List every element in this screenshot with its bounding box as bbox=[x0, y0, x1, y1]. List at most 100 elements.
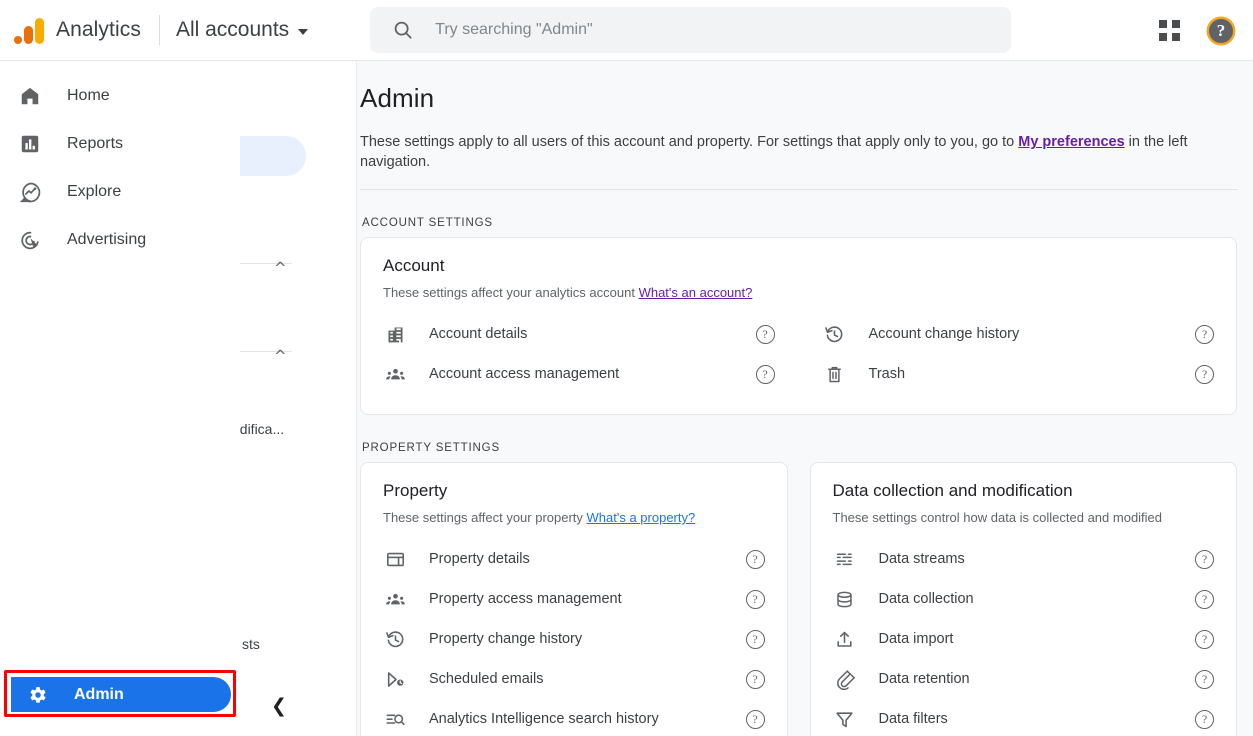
history-clock-icon bbox=[823, 322, 847, 346]
apps-grid-icon bbox=[1158, 20, 1180, 41]
row-property-change-history[interactable]: Property change history ? bbox=[383, 619, 765, 659]
help-icon[interactable]: ? bbox=[745, 629, 765, 649]
help-icon[interactable]: ? bbox=[1195, 589, 1214, 609]
sidebar-item-admin-label: Admin bbox=[74, 685, 124, 703]
brand-title: Analytics bbox=[56, 18, 141, 41]
row-property-access-management[interactable]: Property access management ? bbox=[383, 579, 765, 619]
analytics-admin-page: Analytics All accounts Try searching "Ad… bbox=[0, 0, 1253, 736]
search-icon bbox=[394, 21, 412, 39]
sidebar-item-explore[interactable]: Explore bbox=[0, 177, 240, 207]
property-card: Property These settings affect your prop… bbox=[360, 462, 788, 736]
help-icon[interactable]: ? bbox=[745, 669, 765, 689]
data-collection-card-title: Data collection and modification bbox=[832, 481, 1073, 500]
row-account-access-management[interactable]: Account access management ? bbox=[383, 354, 775, 394]
sidebar-item-home-label: Home bbox=[67, 87, 110, 104]
account-card-title: Account bbox=[383, 256, 445, 275]
help-icon[interactable]: ? bbox=[1195, 629, 1214, 649]
bar-chart-icon bbox=[18, 132, 42, 156]
data-collection-card-rows: Data streams ? Data collection ? Data im… bbox=[833, 539, 1214, 736]
help-icon[interactable]: ? bbox=[1195, 364, 1214, 384]
home-icon bbox=[18, 84, 42, 108]
row-scheduled-emails[interactable]: Scheduled emails ? bbox=[383, 659, 765, 699]
database-icon bbox=[833, 587, 857, 611]
row-analytics-intelligence-search-history-label: Analytics Intelligence search history bbox=[429, 711, 659, 727]
admin-highlight-box: Admin bbox=[4, 670, 236, 717]
row-data-import[interactable]: Data import ? bbox=[833, 619, 1214, 659]
chevron-down-icon bbox=[298, 29, 309, 35]
account-switcher[interactable]: All accounts bbox=[175, 18, 309, 42]
sidebar-item-home[interactable]: Home bbox=[0, 81, 240, 111]
page-subtitle: These settings apply to all users of thi… bbox=[360, 132, 1237, 172]
main-content: Admin These settings apply to all users … bbox=[356, 61, 1253, 736]
building-icon bbox=[383, 322, 407, 346]
property-card-title: Property bbox=[383, 481, 448, 500]
row-account-change-history[interactable]: Account change history ? bbox=[823, 314, 1214, 354]
property-card-subtitle: These settings affect your property What… bbox=[383, 510, 765, 525]
row-trash-label: Trash bbox=[868, 366, 906, 382]
upload-icon bbox=[833, 627, 857, 651]
row-data-import-label: Data import bbox=[878, 631, 954, 647]
property-settings-section-label: Property settings bbox=[362, 442, 500, 454]
explore-compass-icon bbox=[18, 180, 42, 204]
property-card-rows: Property details ? Property access manag… bbox=[383, 539, 765, 736]
sidebar-item-reports[interactable]: Reports bbox=[0, 129, 240, 159]
help-icon[interactable]: ? bbox=[755, 324, 775, 344]
help-icon[interactable]: ? bbox=[1195, 324, 1214, 344]
row-data-streams[interactable]: Data streams ? bbox=[833, 539, 1214, 579]
row-property-access-management-label: Property access management bbox=[429, 591, 622, 607]
apps-grid-button[interactable] bbox=[1149, 11, 1189, 51]
help-icon[interactable]: ? bbox=[1195, 669, 1214, 689]
help-button[interactable]: ? bbox=[1201, 11, 1241, 51]
chevron-up-icon[interactable]: ^ bbox=[274, 347, 287, 365]
row-data-filters[interactable]: Data filters ? bbox=[833, 699, 1214, 736]
row-analytics-intelligence-search-history[interactable]: Analytics Intelligence search history ? bbox=[383, 699, 765, 736]
page-title: Admin bbox=[360, 83, 435, 113]
row-data-collection[interactable]: Data collection ? bbox=[833, 579, 1214, 619]
row-account-details[interactable]: Account details ? bbox=[383, 314, 775, 354]
whats-a-property-link[interactable]: What's a property? bbox=[587, 510, 696, 525]
collapse-panel-button[interactable]: ❮ bbox=[262, 689, 296, 723]
gear-icon bbox=[25, 683, 49, 707]
data-collection-card: Data collection and modification These s… bbox=[809, 462, 1237, 736]
header-actions: ? bbox=[1149, 0, 1241, 61]
row-data-retention[interactable]: Data retention ? bbox=[833, 659, 1214, 699]
help-icon[interactable]: ? bbox=[755, 364, 775, 384]
account-settings-section-label: Account settings bbox=[362, 217, 493, 229]
account-card-subtitle-text: These settings affect your analytics acc… bbox=[383, 285, 639, 300]
top-header: Analytics All accounts Try searching "Ad… bbox=[0, 0, 1253, 61]
sidebar-item-advertising[interactable]: Advertising bbox=[0, 225, 240, 255]
row-trash[interactable]: Trash ? bbox=[823, 354, 1214, 394]
header-divider bbox=[158, 15, 160, 45]
trash-icon bbox=[823, 362, 847, 386]
help-icon[interactable]: ? bbox=[1195, 709, 1214, 729]
help-icon[interactable]: ? bbox=[745, 709, 765, 729]
chevron-up-icon[interactable]: ^ bbox=[274, 259, 287, 277]
search-placeholder: Try searching "Admin" bbox=[435, 21, 593, 38]
help-icon[interactable]: ? bbox=[1195, 549, 1214, 569]
people-group-icon bbox=[383, 362, 407, 386]
help-icon[interactable]: ? bbox=[745, 589, 765, 609]
property-card-subtitle-text: These settings affect your property bbox=[383, 510, 587, 525]
row-property-details-label: Property details bbox=[429, 551, 530, 567]
history-clock-icon bbox=[383, 627, 407, 651]
row-property-details[interactable]: Property details ? bbox=[383, 539, 765, 579]
search-input[interactable]: Try searching "Admin" bbox=[370, 7, 1012, 53]
row-scheduled-emails-label: Scheduled emails bbox=[429, 671, 544, 687]
row-data-retention-label: Data retention bbox=[878, 671, 970, 687]
sidebar-item-reports-label: Reports bbox=[67, 135, 124, 152]
people-group-icon bbox=[383, 587, 407, 611]
funnel-icon bbox=[833, 707, 857, 731]
data-collection-card-subtitle: These settings control how data is colle… bbox=[832, 510, 1163, 525]
row-account-details-label: Account details bbox=[429, 326, 528, 342]
analytics-logo-icon bbox=[14, 16, 44, 44]
row-data-collection-label: Data collection bbox=[878, 591, 974, 607]
account-card-rows: Account details ? Account change history… bbox=[383, 314, 1214, 394]
help-icon[interactable]: ? bbox=[745, 549, 765, 569]
row-account-access-management-label: Account access management bbox=[429, 366, 620, 382]
whats-an-account-link[interactable]: What's an account? bbox=[639, 285, 753, 300]
data-streams-icon bbox=[833, 547, 857, 571]
my-preferences-link[interactable]: My preferences bbox=[1018, 134, 1124, 150]
account-switcher-label: All accounts bbox=[175, 18, 290, 41]
header-divider-line bbox=[360, 189, 1237, 190]
sidebar-item-admin[interactable]: Admin bbox=[11, 677, 231, 712]
